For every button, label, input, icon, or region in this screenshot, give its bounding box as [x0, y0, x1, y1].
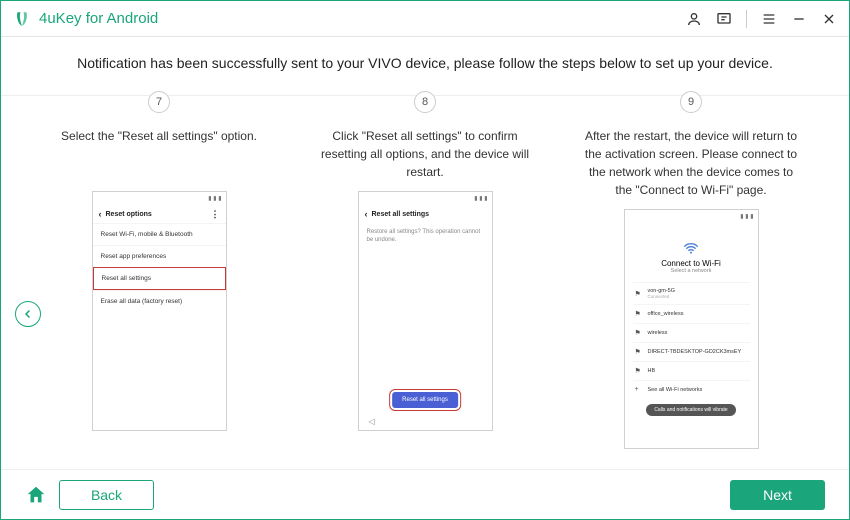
back-button[interactable]: Back	[59, 480, 154, 510]
phone-status-bar: ▮ ▮ ▮	[625, 210, 758, 223]
step-9: 9 After the restart, the device will ret…	[563, 102, 819, 449]
back-chevron-icon: ‹	[365, 209, 368, 219]
step-number-badge: 8	[414, 91, 436, 113]
phone-appbar-title: Reset options	[106, 211, 152, 218]
wifi-signal-icon: ⚑	[635, 310, 645, 318]
more-dots-icon: ⋮	[211, 212, 220, 217]
list-item-highlighted: Reset all settings	[93, 267, 226, 290]
list-item: Erase all data (factory reset)	[93, 290, 226, 312]
list-item: Reset app preferences	[93, 245, 226, 267]
app-title: 4uKey for Android	[39, 10, 158, 27]
wifi-network-item: ⚑wireless	[633, 323, 750, 342]
main-content: Notification has been successfully sent …	[1, 37, 849, 449]
wifi-signal-icon: ⚑	[635, 329, 645, 337]
phone-appbar: ‹ Reset options ⋮	[93, 205, 226, 223]
step-number-badge: 7	[148, 91, 170, 113]
step-description: After the restart, the device will retur…	[581, 127, 801, 199]
list-item: Reset Wi-Fi, mobile & Bluetooth	[93, 223, 226, 245]
wifi-network-item: ⚑DIRECT-TBDESKTOP-GD2CK3msEY	[633, 342, 750, 361]
wifi-icon	[633, 241, 750, 257]
app-logo-icon	[13, 10, 31, 28]
step-description: Select the "Reset all settings" option.	[61, 127, 257, 181]
step-description: Click "Reset all settings" to confirm re…	[315, 127, 535, 181]
headline-text: Notification has been successfully sent …	[31, 55, 819, 71]
back-chevron-icon: ‹	[99, 209, 102, 219]
phone-mockup-confirm: ▮ ▮ ▮ ‹ Reset all settings Restore all s…	[358, 191, 493, 431]
phone-mockup-reset-options: ▮ ▮ ▮ ‹ Reset options ⋮ Reset Wi-Fi, mob…	[92, 191, 227, 431]
nav-triangle-icon: ◁	[369, 417, 375, 426]
next-button[interactable]: Next	[730, 480, 825, 510]
wifi-network-item: ⚑office_wireless	[633, 304, 750, 323]
titlebar: 4uKey for Android	[1, 1, 849, 37]
phone-status-bar: ▮ ▮ ▮	[93, 192, 226, 205]
step-8: 8 Click "Reset all settings" to confirm …	[297, 102, 553, 449]
account-icon[interactable]	[686, 11, 702, 27]
wifi-see-all: +See all Wi-Fi networks	[633, 380, 750, 398]
steps-row: 7 Select the "Reset all settings" option…	[31, 96, 819, 449]
wifi-signal-icon: ⚑	[635, 367, 645, 375]
confirm-button-highlighted: Reset all settings	[392, 392, 458, 408]
menu-icon[interactable]	[761, 11, 777, 27]
phone-appbar: ‹ Reset all settings	[359, 205, 492, 223]
home-icon[interactable]	[25, 484, 47, 506]
step-7: 7 Select the "Reset all settings" option…	[31, 102, 287, 449]
dialog-text: Restore all settings? This operation can…	[359, 223, 492, 251]
footer-bar: Back Next	[1, 469, 849, 519]
close-icon[interactable]	[821, 11, 837, 27]
wifi-network-item: ⚑von-gm-5GConnected	[633, 282, 750, 304]
wifi-screen-title: Connect to Wi-Fi	[633, 259, 750, 268]
phone-status-bar: ▮ ▮ ▮	[359, 192, 492, 205]
wifi-network-item: ⚑HB	[633, 361, 750, 380]
feedback-icon[interactable]	[716, 11, 732, 27]
toast-pill: Calls and notifications will vibrate	[646, 404, 735, 416]
phone-appbar-title: Reset all settings	[372, 211, 430, 218]
step-number-badge: 9	[680, 91, 702, 113]
minimize-icon[interactable]	[791, 11, 807, 27]
wifi-signal-icon: ⚑	[635, 290, 645, 298]
wifi-signal-icon: ⚑	[635, 348, 645, 356]
plus-icon: +	[635, 386, 645, 393]
wifi-screen-subtitle: Select a network	[633, 268, 750, 274]
phone-mockup-wifi: ▮ ▮ ▮ Connect to Wi-Fi Select a network …	[624, 209, 759, 449]
titlebar-divider	[746, 10, 747, 28]
prev-arrow-button[interactable]	[15, 301, 41, 327]
